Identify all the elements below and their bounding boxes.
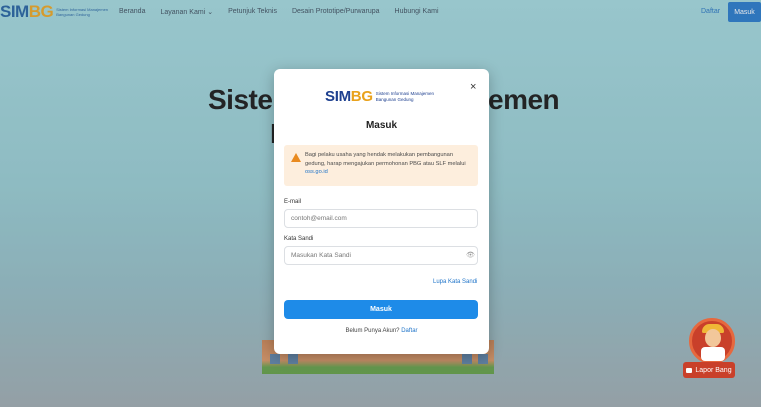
close-icon[interactable]: ×: [470, 81, 476, 93]
message-icon: [686, 367, 693, 373]
login-submit-button[interactable]: Masuk: [284, 300, 478, 319]
login-modal: SIMBG Sistem Informasi Manajemen Banguna…: [274, 69, 489, 354]
register-link[interactable]: Daftar: [401, 328, 417, 334]
modal-logo-wordmark: SIMBG: [325, 88, 373, 105]
info-alert: Bagi pelaku usaha yang hendak melakukan …: [284, 145, 478, 186]
lapor-bang-label: Lapor Bang: [695, 366, 732, 374]
modal-title: Masuk: [365, 120, 398, 131]
password-label: Kata Sandi: [284, 236, 314, 242]
mascot-avatar[interactable]: [689, 318, 735, 364]
oss-link[interactable]: oss.go.id: [305, 169, 328, 175]
lapor-bang-button[interactable]: Lapor Bang: [683, 362, 735, 378]
eye-icon[interactable]: 👁: [466, 251, 475, 259]
forgot-password-link[interactable]: Lupa Kata Sandi: [433, 279, 477, 285]
register-prompt: Belum Punya Akun? Daftar: [274, 328, 489, 334]
modal-logo: SIMBG Sistem Informasi Manajemen Banguna…: [325, 88, 436, 105]
password-field[interactable]: [284, 246, 478, 265]
alert-text: Bagi pelaku usaha yang hendak melakukan …: [305, 152, 466, 167]
modal-logo-subtitle: Sistem Informasi Manajemen Bangunan Gedu…: [375, 90, 434, 102]
email-field[interactable]: [284, 209, 478, 228]
register-prompt-text: Belum Punya Akun?: [345, 328, 400, 334]
warning-icon: [291, 153, 301, 162]
email-label: E-mail: [284, 199, 302, 205]
